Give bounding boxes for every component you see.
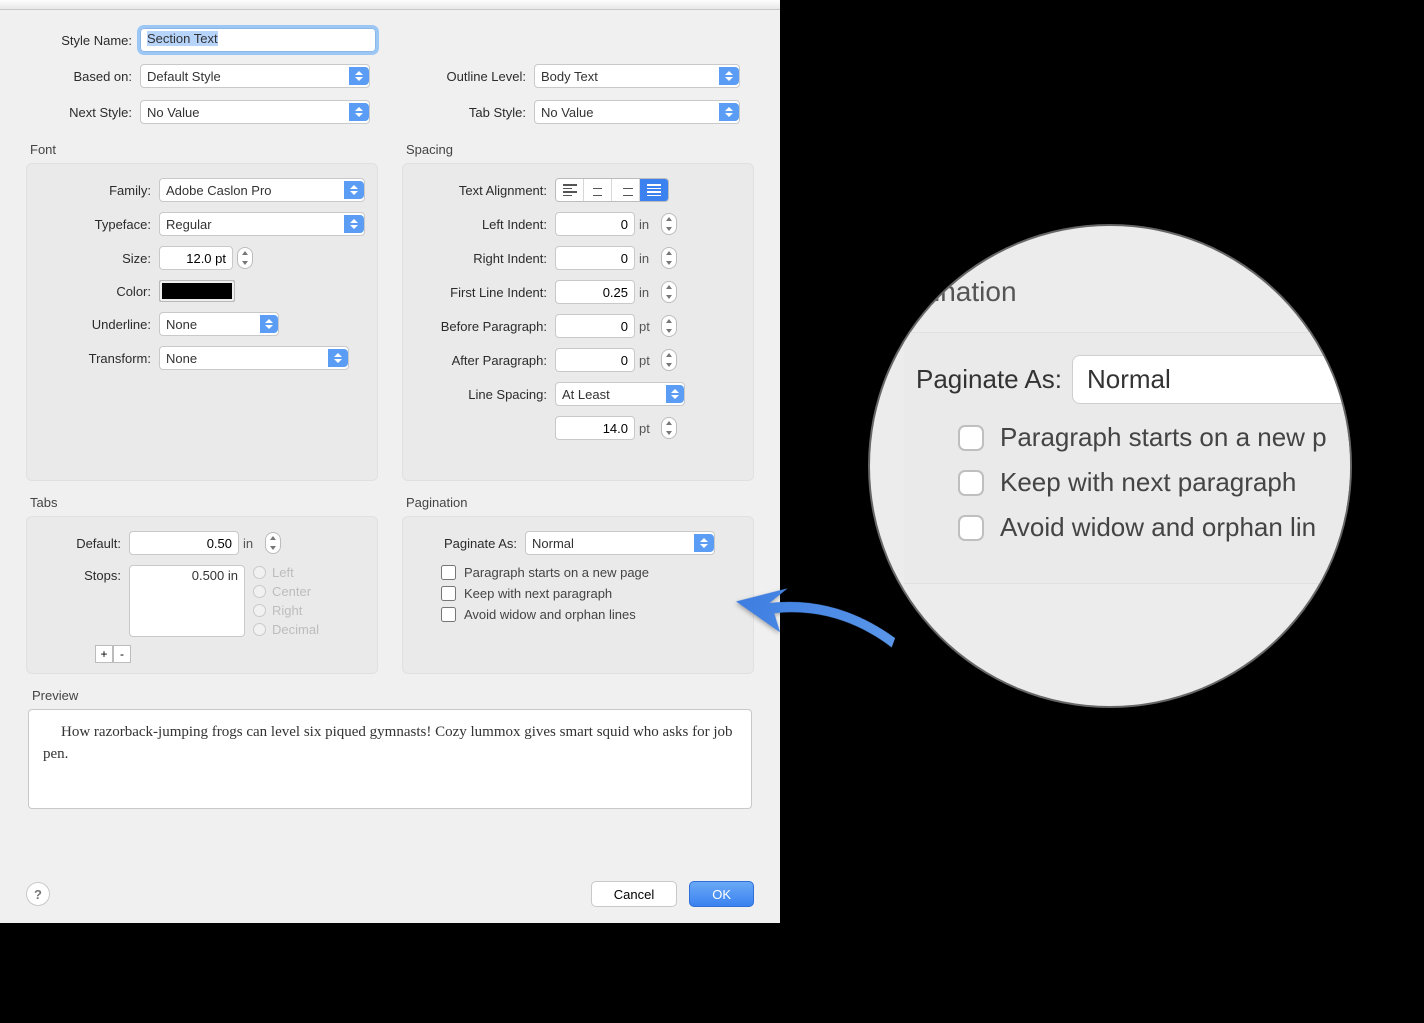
tab-stop-add-button[interactable]: +	[95, 645, 113, 663]
pagination-group-title: Pagination	[406, 495, 754, 510]
chevron-updown-icon	[344, 181, 364, 199]
line-spacing-select[interactable]: At Least	[555, 382, 685, 406]
tab-align-decimal[interactable]: Decimal	[253, 622, 319, 637]
color-well[interactable]	[159, 280, 235, 302]
line-spacing-label: Line Spacing:	[415, 387, 555, 402]
after-paragraph-label: After Paragraph:	[415, 353, 555, 368]
style-name-input[interactable]: Section Text	[140, 28, 376, 52]
align-right-button[interactable]	[612, 179, 640, 201]
outline-level-label: Outline Level:	[430, 69, 534, 84]
chevron-updown-icon	[694, 534, 714, 552]
right-indent-input[interactable]	[555, 246, 635, 270]
font-group-title: Font	[30, 142, 378, 157]
chevron-updown-icon	[328, 349, 348, 367]
after-paragraph-input[interactable]	[555, 348, 635, 372]
cancel-button[interactable]: Cancel	[591, 881, 677, 907]
style-editor-dialog: Style Name: Section Text Based on: Defau…	[0, 0, 780, 923]
align-justify-button[interactable]	[640, 179, 668, 201]
font-group: Family: Adobe Caslon Pro Typeface: Regul…	[26, 163, 378, 481]
size-stepper[interactable]	[237, 247, 253, 269]
first-line-indent-label: First Line Indent:	[415, 285, 555, 300]
tabs-default-label: Default:	[39, 536, 129, 551]
tab-stop-remove-button[interactable]: -	[113, 645, 131, 663]
lens-group-title: ination	[934, 276, 1350, 308]
spacing-group: Text Alignment: Left Indent: in Right In…	[402, 163, 754, 481]
chevron-updown-icon	[349, 103, 369, 121]
next-style-select[interactable]: No Value	[140, 100, 370, 124]
lens-starts-new-page-checkbox: Paragraph starts on a new p	[958, 422, 1350, 453]
avoid-widow-orphan-checkbox[interactable]: Avoid widow and orphan lines	[441, 607, 741, 622]
magnifier-callout: ination Paginate As: Normal Paragraph st…	[870, 226, 1350, 706]
before-paragraph-input[interactable]	[555, 314, 635, 338]
lens-keep-with-next-checkbox: Keep with next paragraph	[958, 467, 1350, 498]
text-alignment-segmented[interactable]	[555, 178, 669, 202]
chevron-updown-icon	[666, 385, 684, 403]
keep-with-next-checkbox[interactable]: Keep with next paragraph	[441, 586, 741, 601]
starts-new-page-checkbox[interactable]: Paragraph starts on a new page	[441, 565, 741, 580]
left-indent-label: Left Indent:	[415, 217, 555, 232]
tabs-default-stepper[interactable]	[265, 532, 281, 554]
font-family-label: Family:	[39, 183, 159, 198]
font-family-select[interactable]: Adobe Caslon Pro	[159, 178, 365, 202]
tab-style-select[interactable]: No Value	[534, 100, 740, 124]
chevron-updown-icon	[719, 67, 739, 85]
lens-paginate-as-select: Normal	[1072, 355, 1350, 404]
transform-label: Transform:	[39, 351, 159, 366]
size-label: Size:	[39, 251, 159, 266]
underline-select[interactable]: None	[159, 312, 279, 336]
paginate-as-select[interactable]: Normal	[525, 531, 715, 555]
based-on-label: Based on:	[26, 69, 140, 84]
tabs-group: Default: in Stops: 0.500 in Left Center …	[26, 516, 378, 674]
align-left-button[interactable]	[556, 179, 584, 201]
first-line-indent-input[interactable]	[555, 280, 635, 304]
style-name-label: Style Name:	[26, 33, 140, 48]
tab-align-left[interactable]: Left	[253, 565, 319, 580]
underline-label: Underline:	[39, 317, 159, 332]
line-spacing-stepper[interactable]	[661, 417, 677, 439]
pagination-group: Paginate As: Normal Paragraph starts on …	[402, 516, 754, 674]
line-spacing-amount-input[interactable]	[555, 416, 635, 440]
help-button[interactable]: ?	[26, 882, 50, 906]
left-indent-stepper[interactable]	[661, 213, 677, 235]
tab-style-label: Tab Style:	[430, 105, 534, 120]
right-indent-stepper[interactable]	[661, 247, 677, 269]
spacing-group-title: Spacing	[406, 142, 754, 157]
tabs-default-input[interactable]	[129, 531, 239, 555]
transform-select[interactable]: None	[159, 346, 349, 370]
before-paragraph-stepper[interactable]	[661, 315, 677, 337]
chevron-updown-icon	[349, 67, 369, 85]
typeface-label: Typeface:	[39, 217, 159, 232]
typeface-select[interactable]: Regular	[159, 212, 365, 236]
lens-paginate-as-label: Paginate As:	[904, 364, 1072, 395]
window-titlebar	[0, 0, 780, 10]
tab-align-center[interactable]: Center	[253, 584, 319, 599]
lens-avoid-widow-checkbox: Avoid widow and orphan lin	[958, 512, 1350, 543]
based-on-select[interactable]: Default Style	[140, 64, 370, 88]
outline-level-select[interactable]: Body Text	[534, 64, 740, 88]
preview-box: How razorback-jumping frogs can level si…	[28, 709, 752, 809]
tabs-stops-label: Stops:	[39, 565, 129, 583]
paginate-as-label: Paginate As:	[415, 536, 525, 551]
ok-button[interactable]: OK	[689, 881, 754, 907]
next-style-label: Next Style:	[26, 105, 140, 120]
chevron-updown-icon	[260, 315, 278, 333]
right-indent-label: Right Indent:	[415, 251, 555, 266]
left-indent-input[interactable]	[555, 212, 635, 236]
chevron-updown-icon	[344, 215, 364, 233]
preview-title: Preview	[32, 688, 752, 703]
before-paragraph-label: Before Paragraph:	[415, 319, 555, 334]
tabs-stops-list[interactable]: 0.500 in	[129, 565, 245, 637]
after-paragraph-stepper[interactable]	[661, 349, 677, 371]
first-line-indent-stepper[interactable]	[661, 281, 677, 303]
tabs-group-title: Tabs	[30, 495, 378, 510]
chevron-updown-icon	[719, 103, 739, 121]
tab-align-right[interactable]: Right	[253, 603, 319, 618]
text-alignment-label: Text Alignment:	[415, 183, 555, 198]
size-input[interactable]	[159, 246, 233, 270]
align-center-button[interactable]	[584, 179, 612, 201]
tab-align-radios: Left Center Right Decimal	[253, 565, 319, 641]
color-label: Color:	[39, 284, 159, 299]
